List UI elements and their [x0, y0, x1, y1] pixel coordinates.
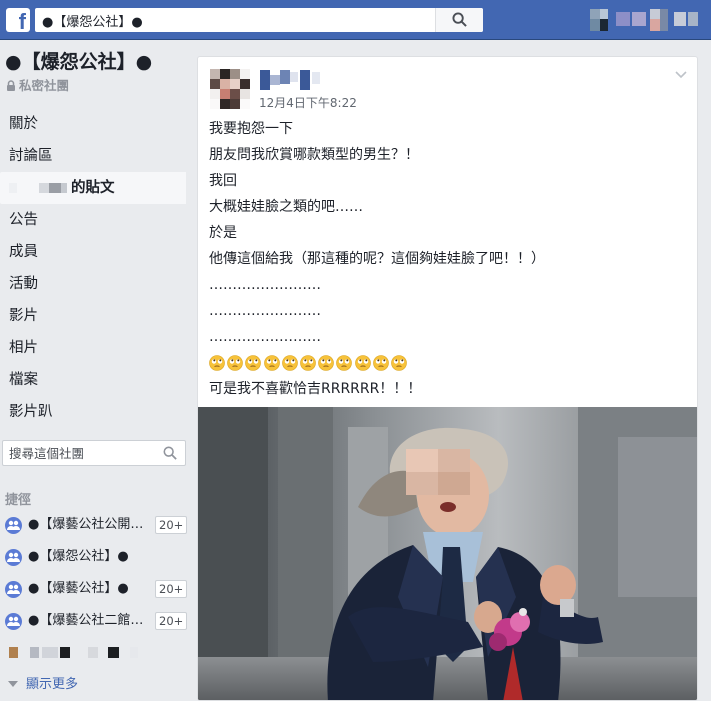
group-icon — [5, 549, 22, 566]
post-line-dots: …………………… — [209, 303, 321, 319]
shortcut-item[interactable]: ●【爆怨公社】● — [0, 541, 190, 573]
post-timestamp[interactable]: 12月4日下午8:22 — [259, 94, 357, 111]
author-avatar[interactable] — [210, 69, 250, 109]
group-icon — [5, 613, 22, 630]
group-icon — [5, 517, 22, 534]
rolling-eyes-emoji — [300, 355, 316, 371]
rolling-eyes-emoji — [281, 355, 298, 371]
shortcut-label: ●【爆怨公社】● — [28, 549, 129, 564]
post-line-dots: …………………… — [209, 329, 321, 345]
notification-badge: 20+ — [155, 612, 188, 630]
top-navigation-bar: f — [0, 0, 711, 40]
post-line: 我回 — [209, 173, 237, 189]
global-search — [35, 8, 483, 32]
nav-item-label: 的貼文 — [71, 180, 115, 196]
notification-badge: 20+ — [155, 580, 188, 598]
show-more-link[interactable]: 顯示更多 — [8, 673, 78, 692]
emoji-row — [209, 350, 689, 376]
photo-image — [198, 407, 697, 700]
nav-item-about[interactable]: 關於 — [0, 108, 190, 140]
nav-item-events[interactable]: 活動 — [0, 268, 190, 300]
author-name-blurred[interactable] — [260, 70, 330, 90]
global-search-button[interactable] — [435, 8, 483, 32]
shortcuts-heading: 捷徑 — [5, 493, 32, 508]
rolling-eyes-emoji — [209, 355, 225, 371]
rolling-eyes-emoji — [263, 355, 280, 371]
privacy-label: 私密社團 — [19, 78, 70, 93]
post-line: 我要抱怨一下 — [209, 121, 293, 137]
shortcut-item[interactable]: ●【爆藝公社公開… 20+ — [0, 509, 190, 541]
rolling-eyes-emoji — [318, 355, 334, 371]
shortcut-label: ●【爆藝公社公開… — [28, 517, 144, 532]
rolling-eyes-emoji — [354, 355, 371, 371]
nav-item-member-posts[interactable]: 的貼文 — [0, 172, 186, 204]
shortcuts-list: ●【爆藝公社公開… 20+ ●【爆怨公社】● ●【爆藝公社】● 20+ ●【爆藝… — [0, 509, 190, 669]
post-line: 大概娃娃臉之類的吧…… — [209, 199, 363, 215]
show-more-label: 顯示更多 — [26, 677, 79, 692]
shortcut-item-blurred[interactable] — [0, 637, 190, 669]
nav-item-photos[interactable]: 相片 — [0, 332, 190, 364]
post-line: 可是我不喜歡恰吉RRRRRR！！！ — [209, 381, 422, 397]
nav-item-videos[interactable]: 影片 — [0, 300, 190, 332]
nav-item-watch-party[interactable]: 影片趴 — [0, 396, 190, 428]
post-line: 他傳這個給我（那這種的呢？這個夠娃娃臉了吧！！） — [209, 251, 545, 267]
shortcut-item[interactable]: ●【爆藝公社】● 20+ — [0, 573, 190, 605]
nav-item-announcements[interactable]: 公告 — [0, 204, 190, 236]
post-options-chevron-icon[interactable] — [675, 71, 687, 79]
profile-area-blurred[interactable] — [590, 9, 700, 31]
post-line-dots: …………………… — [209, 277, 321, 293]
left-sidebar: ●【爆怨公社】● 私密社團 關於 討論區 的貼文 公告 成員 活動 影片 相片 … — [0, 40, 192, 701]
rolling-eyes-emoji — [227, 355, 243, 371]
rolling-eyes-emoji — [245, 355, 262, 371]
post-body: 我要抱怨一下 朋友問我欣賞哪款類型的男生？！ 我回 大概娃娃臉之類的吧…… 於是… — [209, 116, 689, 402]
nav-item-files[interactable]: 檔案 — [0, 364, 190, 396]
group-navigation: 關於 討論區 的貼文 公告 成員 活動 影片 相片 檔案 影片趴 — [0, 108, 190, 428]
shortcut-label: ●【爆藝公社二館… — [28, 613, 144, 628]
global-search-input[interactable] — [35, 8, 435, 32]
chevron-down-icon — [8, 681, 18, 687]
rolling-eyes-emoji — [372, 355, 389, 371]
rolling-eyes-emoji — [391, 355, 407, 371]
search-icon — [452, 12, 467, 27]
group-privacy: 私密社團 — [6, 75, 69, 94]
group-search — [2, 440, 186, 466]
post-line: 朋友問我欣賞哪款類型的男生？！ — [209, 147, 419, 163]
blurred-name — [9, 180, 69, 196]
group-icon — [5, 581, 22, 598]
group-search-input[interactable] — [3, 441, 153, 465]
post-photo[interactable] — [198, 407, 697, 700]
shortcut-item[interactable]: ●【爆藝公社二館… 20+ — [0, 605, 190, 637]
facebook-logo[interactable]: f — [6, 8, 30, 32]
nav-item-members[interactable]: 成員 — [0, 236, 190, 268]
group-title[interactable]: ●【爆怨公社】● — [5, 47, 152, 74]
post-line: 於是 — [209, 225, 237, 241]
rolling-eyes-emoji — [336, 355, 353, 371]
group-post: 12月4日下午8:22 我要抱怨一下 朋友問我欣賞哪款類型的男生？！ 我回 大概… — [197, 56, 698, 701]
lock-icon — [7, 80, 15, 91]
nav-item-discussion[interactable]: 討論區 — [0, 140, 190, 172]
shortcut-label: ●【爆藝公社】● — [28, 581, 129, 596]
notification-badge: 20+ — [155, 516, 188, 534]
search-icon[interactable] — [163, 446, 177, 460]
